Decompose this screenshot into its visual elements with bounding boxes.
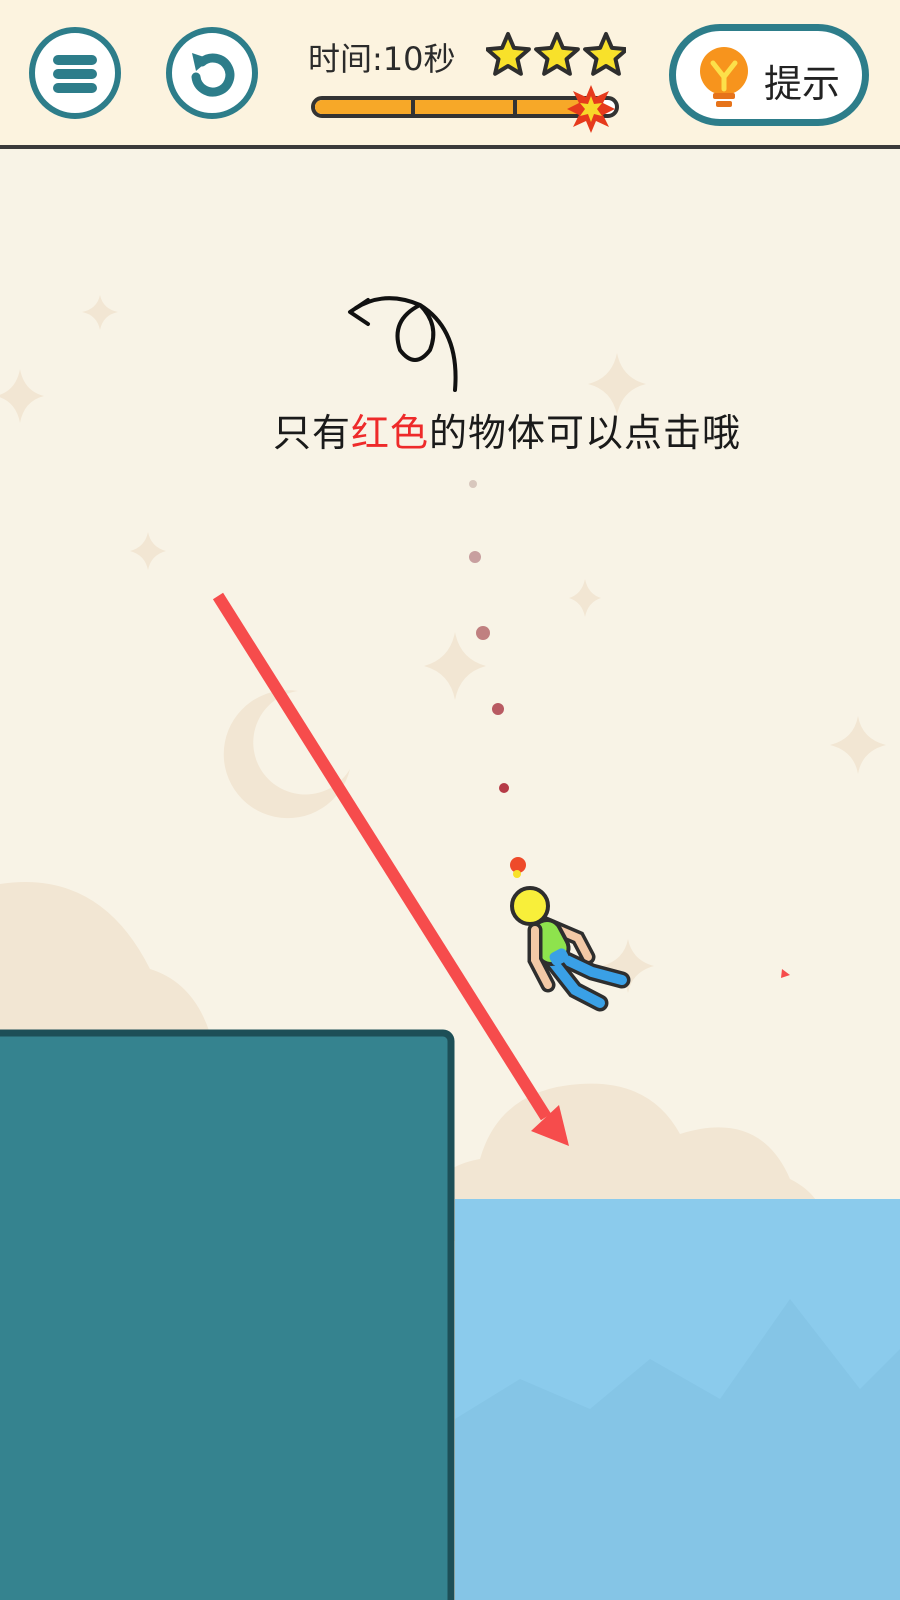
stickman-character	[510, 857, 631, 1012]
instruction-suffix: 的物体可以点击哦	[429, 411, 742, 455]
sparkle-icon	[830, 716, 886, 774]
trajectory-dot	[469, 480, 477, 488]
top-bar: 时间:10秒 提示	[0, 0, 900, 149]
instruction-prefix: 只有	[273, 411, 352, 455]
progress-divider	[513, 100, 517, 114]
lightbulb-icon	[700, 47, 748, 107]
menu-button[interactable]	[29, 27, 121, 119]
star-icon	[583, 32, 626, 76]
sparkle-icon	[0, 369, 44, 423]
game-scene	[0, 295, 900, 1600]
timer-label: 时间:10秒	[308, 40, 456, 78]
restart-button[interactable]	[166, 27, 258, 119]
star-rating	[486, 32, 626, 76]
trajectory-dots	[469, 480, 509, 793]
trajectory-dot	[469, 551, 481, 563]
trajectory-dot	[499, 783, 509, 793]
sparkle-icon	[569, 579, 601, 617]
instruction-highlight: 红色	[351, 411, 430, 455]
trajectory-dot	[476, 626, 490, 640]
progress-divider	[411, 100, 415, 114]
curly-arrow-icon	[348, 296, 458, 392]
trajectory-dot	[492, 703, 504, 715]
hamburger-menu-icon	[53, 55, 97, 93]
sparkle-icon	[82, 295, 118, 330]
instruction-text: 只有红色的物体可以点击哦	[273, 402, 741, 457]
restart-arrow-icon	[191, 53, 235, 97]
water	[455, 1199, 900, 1600]
cliff-platform	[0, 1029, 455, 1600]
burst-star-icon	[567, 85, 615, 133]
red-shard[interactable]	[781, 969, 790, 978]
star-icon	[534, 32, 580, 76]
sparkle-icon	[130, 532, 166, 570]
star-icon	[486, 32, 531, 76]
hint-button[interactable]: 提示	[669, 24, 869, 126]
progress-fill	[315, 100, 585, 114]
hint-label: 提示	[764, 62, 841, 106]
sparkle-icon	[424, 632, 486, 700]
